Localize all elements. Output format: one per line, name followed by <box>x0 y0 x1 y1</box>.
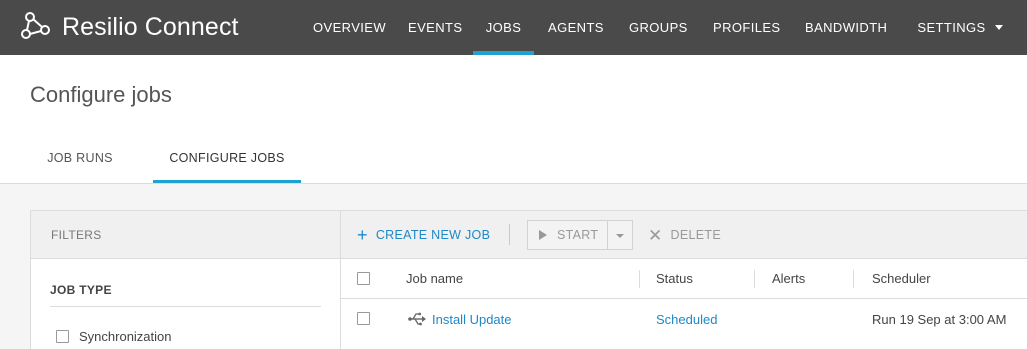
filter-option-label: Synchronization <box>79 329 172 344</box>
resilio-logo-icon <box>20 11 52 43</box>
usb-icon <box>408 312 426 331</box>
chevron-down-icon <box>616 234 624 238</box>
delete-label: DELETE <box>670 228 721 242</box>
nav-item-overview[interactable]: OVERVIEW <box>313 0 386 55</box>
job-name-link[interactable]: Install Update <box>432 299 512 341</box>
row-checkbox[interactable] <box>357 312 370 325</box>
filter-group-title: JOB TYPE <box>50 283 112 297</box>
nav-item-jobs[interactable]: JOBS <box>473 0 534 55</box>
column-divider <box>639 270 640 288</box>
column-divider <box>853 270 854 288</box>
close-icon: ✕ <box>648 225 663 245</box>
start-dropdown-button[interactable] <box>608 220 633 250</box>
tab-configure-jobs[interactable]: CONFIGURE JOBS <box>153 145 301 183</box>
nav-item-groups[interactable]: GROUPS <box>629 0 687 55</box>
app-logo[interactable]: Resilio Connect <box>20 11 239 43</box>
tab-job-runs[interactable]: JOB RUNS <box>30 145 130 183</box>
nav-item-agents[interactable]: AGENTS <box>548 0 603 55</box>
chevron-down-icon <box>994 25 1003 30</box>
nav-item-profiles[interactable]: PROFILES <box>713 0 780 55</box>
nav-item-events[interactable]: EVENTS <box>408 0 462 55</box>
delete-button[interactable]: ✕ DELETE <box>648 211 721 259</box>
start-label: START <box>557 228 599 242</box>
toolbar-divider <box>509 224 510 245</box>
app-title: Resilio Connect <box>62 12 239 41</box>
start-button[interactable]: START <box>527 220 608 250</box>
filter-option-synchronization[interactable]: Synchronization <box>56 329 172 344</box>
top-navigation-bar: Resilio Connect OVERVIEW EVENTS JOBS AGE… <box>0 0 1027 55</box>
filters-header: FILTERS <box>31 211 340 259</box>
column-divider <box>754 270 755 288</box>
filters-title: FILTERS <box>51 228 102 242</box>
column-header-alerts[interactable]: Alerts <box>772 259 805 299</box>
nav-item-settings-label: SETTINGS <box>917 20 986 35</box>
create-new-job-button[interactable]: + CREATE NEW JOB <box>357 211 490 259</box>
filter-group-divider <box>50 306 321 307</box>
job-status-link[interactable]: Scheduled <box>656 299 717 341</box>
table-row[interactable]: Install Update Scheduled Run 19 Sep at 3… <box>341 299 1027 341</box>
page-title: Configure jobs <box>30 82 172 107</box>
column-header-job-name[interactable]: Job name <box>406 259 463 299</box>
play-icon <box>539 230 547 240</box>
column-header-scheduler[interactable]: Scheduler <box>872 259 931 299</box>
job-scheduler: Run 19 Sep at 3:00 AM <box>872 312 1007 327</box>
jobs-toolbar: + CREATE NEW JOB START ✕ DELETE <box>341 211 1027 259</box>
nav-item-bandwidth[interactable]: BANDWIDTH <box>805 0 887 55</box>
select-all-checkbox[interactable] <box>357 272 370 285</box>
column-header-status[interactable]: Status <box>656 259 693 299</box>
create-new-job-label: CREATE NEW JOB <box>375 228 491 242</box>
nav-item-settings[interactable]: SETTINGS <box>915 0 1005 55</box>
filter-checkbox[interactable] <box>56 330 69 343</box>
table-header-row: Job name Status Alerts Scheduler <box>341 259 1027 299</box>
plus-icon: + <box>357 225 368 245</box>
